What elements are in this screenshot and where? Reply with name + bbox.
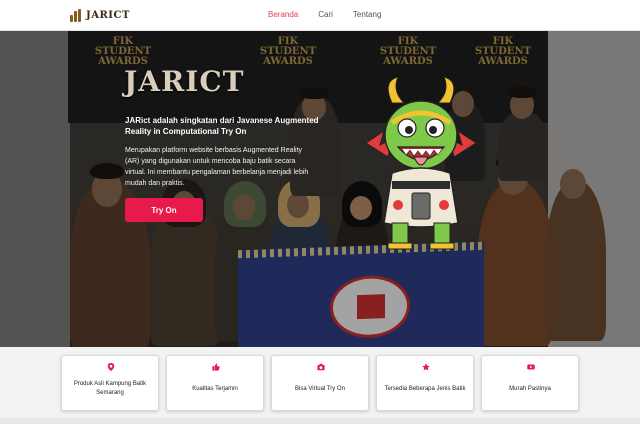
batik-logo-icon — [70, 9, 83, 22]
feature-label: Murah Pastinya — [509, 385, 551, 392]
hero-description-line-2: Ini membantu pengalaman berbelanja menja… — [125, 169, 309, 187]
feature-card-produk-asli: Produk Asli Kampung Batik Semarang — [61, 355, 159, 411]
try-on-button[interactable]: Try On — [125, 198, 203, 222]
feature-label: Bisa Virtual Try On — [295, 385, 345, 392]
feature-card-kualitas: Kualitas Terjamin — [166, 355, 264, 411]
top-navbar: JARICT Beranda Cari Tentang — [0, 0, 640, 31]
dragon-mascot-illustration — [365, 76, 477, 250]
hero-logo-title: JARICT — [124, 65, 245, 98]
logo-text: JARICT — [86, 10, 130, 21]
page-bottom-strip — [0, 418, 640, 424]
nav-links: Beranda Cari Tentang — [268, 10, 381, 19]
feature-label: Tersedia Beberapa Jenis Batik — [384, 385, 466, 392]
feature-label: Kualitas Terjamin — [192, 385, 238, 392]
nav-link-tentang[interactable]: Tentang — [353, 10, 381, 19]
feature-label: Produk Asli Kampung Batik Semarang — [73, 381, 147, 396]
feature-card-jenis-batik: Tersedia Beberapa Jenis Batik — [376, 355, 474, 411]
hero-section: FIK STUDENT AWARDS FIK STUDENT AWARDS FIK … — [0, 31, 640, 347]
hero-description: Merupakan platform website berbasis Augm… — [125, 145, 310, 189]
features-section: Produk Asli Kampung Batik Semarang Kuali… — [0, 347, 640, 424]
hero-headline: JARict adalah singkatan dari Javanese Au… — [125, 116, 319, 136]
nav-link-cari[interactable]: Cari — [318, 10, 333, 19]
jarict-logo[interactable]: JARICT — [70, 8, 130, 23]
feature-card-virtual-try-on: Bisa Virtual Try On — [271, 355, 369, 411]
hero-dark-overlay — [0, 31, 640, 347]
feature-card-murah: Murah Pastinya — [481, 355, 579, 411]
nav-link-beranda[interactable]: Beranda — [268, 10, 298, 19]
